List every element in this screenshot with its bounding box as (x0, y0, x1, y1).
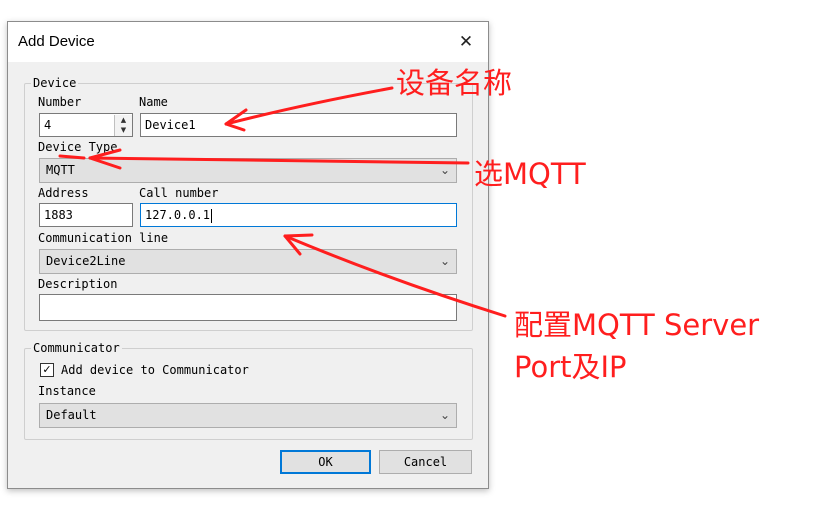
device-type-annotation: 选MQTT (474, 157, 586, 191)
arrow-to-device-type (88, 156, 470, 165)
server-annotation-line2: Port及IP (514, 350, 627, 384)
server-annotation-line1: 配置MQTT Server (514, 308, 760, 342)
name-annotation: 设备名称 (396, 66, 513, 100)
arrow-to-call-number (283, 234, 507, 318)
arrow-to-name-field (224, 86, 394, 126)
